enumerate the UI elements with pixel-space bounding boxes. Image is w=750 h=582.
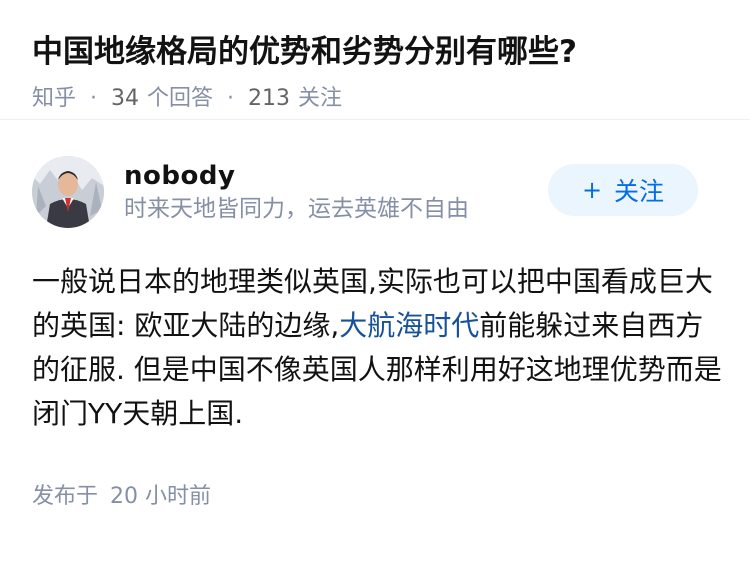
answer-count: 34 [111,86,140,111]
author-row: nobody 时来天地皆同力，运去英雄不自由 + 关注 [32,154,718,230]
follower-count: 213 [248,86,291,111]
source-label[interactable]: 知乎 [32,84,76,114]
question-header: 中国地缘格局的优势和劣势分别有哪些? 知乎 · 34 个回答 · 213 关注 [0,0,750,120]
topic-link[interactable]: 大航海时代 [339,309,479,342]
meta-separator: · [90,86,98,111]
user-avatar-photo-icon [32,156,104,228]
follow-button[interactable]: + 关注 [548,164,698,216]
follower-count-label: 关注 [298,86,343,111]
meta-separator: · [227,86,235,111]
plus-icon: + [581,176,603,204]
answer-count-label[interactable]: 个回答 [147,84,213,114]
answer-content: 一般说日本的地理类似英国,实际也可以把中国看成巨大的英国: 欧亚大陆的边缘,大航… [32,260,722,436]
avatar[interactable] [32,156,104,228]
question-title[interactable]: 中国地缘格局的优势和劣势分别有哪些? [32,30,718,74]
publish-time: 发布于 20 小时前 [32,482,718,512]
publish-label: 发布于 [32,484,99,509]
follow-button-label: 关注 [614,177,665,206]
publish-time-value: 20 小时前 [110,484,212,509]
question-meta: 知乎 · 34 个回答 · 213 关注 [32,84,718,114]
answer-card: nobody 时来天地皆同力，运去英雄不自由 + 关注 一般说日本的地理类似英国… [0,120,750,512]
